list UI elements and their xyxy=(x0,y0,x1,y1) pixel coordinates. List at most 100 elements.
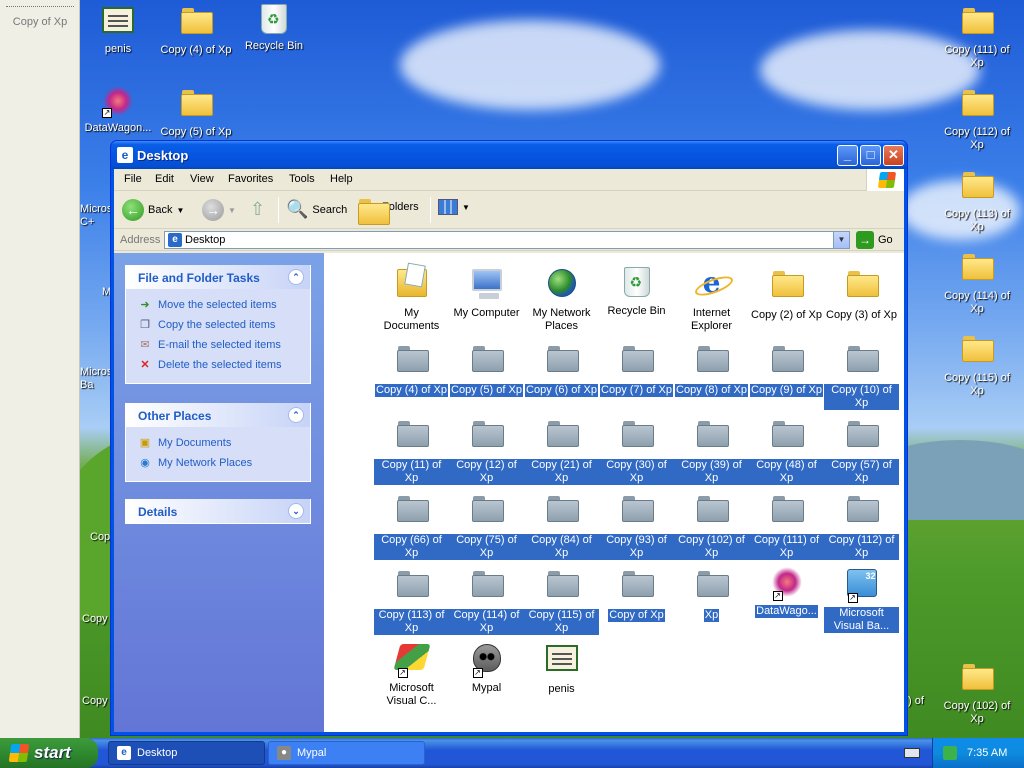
desktop-icon-datawagon[interactable]: ↗ DataWagon... xyxy=(78,86,158,135)
file-item[interactable]: penis xyxy=(524,642,599,696)
clock[interactable]: 7:35 AM xyxy=(967,747,1007,759)
menu-edit[interactable]: Edit xyxy=(155,173,174,185)
my-network-places-link[interactable]: ◉ My Network Places xyxy=(138,453,300,473)
search-icon: 🔍 xyxy=(286,199,309,219)
file-item[interactable]: Copy (3) of Xp xyxy=(824,267,899,322)
file-item[interactable]: ↗ DataWago... xyxy=(749,567,824,618)
file-item[interactable]: Copy (75) of Xp xyxy=(449,492,524,560)
file-item-icon-box xyxy=(544,571,580,605)
search-button[interactable]: 🔍 Search xyxy=(286,199,347,220)
file-item[interactable]: My Computer xyxy=(449,267,524,320)
desktop-partial-label[interactable]: Copy xyxy=(82,695,112,708)
my-documents-link[interactable]: ▣ My Documents xyxy=(138,433,300,453)
expand-icon[interactable]: ⌄ xyxy=(288,503,304,519)
desktop-icon-copy-113[interactable]: Copy (113) of Xp xyxy=(937,168,1017,234)
file-item[interactable]: Copy (93) of Xp xyxy=(599,492,674,560)
file-item[interactable]: Copy (9) of Xp xyxy=(749,342,824,397)
file-item[interactable]: Xp xyxy=(674,567,749,622)
move-items-link[interactable]: ➜ Move the selected items xyxy=(138,295,300,315)
file-item[interactable]: Copy (48) of Xp xyxy=(749,417,824,485)
file-item[interactable]: e Internet Explorer xyxy=(674,267,749,333)
file-item[interactable]: My Documents xyxy=(374,267,449,333)
desktop-icon-copy-102[interactable]: Copy (102) of Xp xyxy=(937,660,1017,726)
delete-items-link[interactable]: ✕ Delete the selected items xyxy=(138,355,300,375)
maximize-button[interactable]: □ xyxy=(860,145,881,166)
file-item[interactable]: Copy (5) of Xp xyxy=(449,342,524,397)
file-item[interactable]: Copy (2) of Xp xyxy=(749,267,824,322)
email-items-link[interactable]: ✉ E-mail the selected items xyxy=(138,335,300,355)
file-view[interactable]: My Documents My Computer My Network Places… xyxy=(324,253,904,732)
tray-app-icon[interactable] xyxy=(943,746,957,760)
file-item[interactable]: Copy (8) of Xp xyxy=(674,342,749,397)
desktop-partial-label[interactable]: ) of xyxy=(908,695,938,708)
desktop-icon-copy-115[interactable]: Copy (115) of Xp xyxy=(937,332,1017,398)
go-button[interactable]: → Go xyxy=(856,231,893,249)
close-button[interactable]: ✕ xyxy=(883,145,904,166)
up-folder-button[interactable]: ⇧ xyxy=(250,199,265,220)
desktop-icon-copy-5[interactable]: Copy (5) of Xp xyxy=(156,86,236,139)
desktop-partial-label[interactable]: Copy xyxy=(82,613,112,626)
desktop-icon-copy-4[interactable]: Copy (4) of Xp xyxy=(156,4,236,57)
file-item[interactable]: Copy (111) of Xp xyxy=(749,492,824,560)
folders-button[interactable]: Folders xyxy=(358,199,419,225)
menu-tools[interactable]: Tools xyxy=(289,173,315,185)
file-item[interactable]: Copy (102) of Xp xyxy=(674,492,749,560)
file-item[interactable]: Copy (7) of Xp xyxy=(599,342,674,397)
file-item[interactable]: My Network Places xyxy=(524,267,599,333)
title-bar[interactable]: e Desktop _ □ ✕ xyxy=(111,141,907,169)
folder-icon xyxy=(546,496,579,522)
file-item[interactable]: ↗ Microsoft Visual Ba... xyxy=(824,567,899,633)
file-item[interactable]: Copy (114) of Xp xyxy=(449,567,524,635)
taskbar-item-mypal[interactable]: ● Mypal xyxy=(268,741,425,765)
file-item[interactable]: Copy (115) of Xp xyxy=(524,567,599,635)
desktop-icon-copy-114[interactable]: Copy (114) of Xp xyxy=(937,250,1017,316)
file-item[interactable]: Copy (39) of Xp xyxy=(674,417,749,485)
back-button[interactable]: ← Back ▼ xyxy=(122,199,184,221)
address-input[interactable]: e Desktop ▼ xyxy=(164,231,850,249)
desktop-icon-penis[interactable]: penis xyxy=(78,4,158,56)
desktop-icon-copy-112[interactable]: Copy (112) of Xp xyxy=(937,86,1017,152)
file-item[interactable]: Copy (4) of Xp xyxy=(374,342,449,397)
file-item[interactable]: Copy of Xp xyxy=(599,567,674,622)
menu-view[interactable]: View xyxy=(190,173,214,185)
desktop-icon-label: Copy (4) of Xp xyxy=(160,44,232,56)
folder-icon xyxy=(396,421,429,447)
address-dropdown-button[interactable]: ▼ xyxy=(833,232,849,248)
file-item[interactable]: Copy (21) of Xp xyxy=(524,417,599,485)
desktop-icon-copy-111[interactable]: Copy (111) of Xp xyxy=(937,4,1017,70)
forward-button[interactable]: → ▼ xyxy=(202,199,236,221)
desktop-partial-label[interactable]: Micros Ba xyxy=(80,366,114,392)
file-item-icon-box xyxy=(469,496,505,530)
desktop-partial-label[interactable]: Micros C+ xyxy=(80,203,114,229)
file-item[interactable]: Copy (66) of Xp xyxy=(374,492,449,560)
file-item[interactable]: Copy (112) of Xp xyxy=(824,492,899,560)
other-places-header[interactable]: Other Places ⌃ xyxy=(126,403,310,427)
minimize-button[interactable]: _ xyxy=(837,145,858,166)
file-item[interactable]: ↗ Mypal xyxy=(449,642,524,695)
file-item[interactable]: Copy (12) of Xp xyxy=(449,417,524,485)
file-folder-tasks-header[interactable]: File and Folder Tasks ⌃ xyxy=(126,265,310,289)
file-item[interactable]: Copy (10) of Xp xyxy=(824,342,899,410)
start-button[interactable]: start xyxy=(0,738,98,768)
desktop-icon-recycle-bin[interactable]: ♻ Recycle Bin xyxy=(234,4,314,53)
keyboard-icon[interactable] xyxy=(904,748,920,758)
file-item[interactable]: Copy (30) of Xp xyxy=(599,417,674,485)
menu-favorites[interactable]: Favorites xyxy=(228,173,273,185)
menu-help[interactable]: Help xyxy=(330,173,353,185)
file-item-label: Copy (39) of Xp xyxy=(674,459,749,485)
link-label: Delete the selected items xyxy=(158,359,282,371)
file-item[interactable]: Copy (6) of Xp xyxy=(524,342,599,397)
file-item[interactable]: Copy (84) of Xp xyxy=(524,492,599,560)
file-item[interactable]: Copy (57) of Xp xyxy=(824,417,899,485)
collapse-icon[interactable]: ⌃ xyxy=(288,407,304,423)
menu-file[interactable]: File xyxy=(124,173,142,185)
file-item[interactable]: ↗ Microsoft Visual C... xyxy=(374,642,449,708)
collapse-icon[interactable]: ⌃ xyxy=(288,269,304,285)
file-item[interactable]: ♻ Recycle Bin xyxy=(599,267,674,318)
file-item[interactable]: Copy (113) of Xp xyxy=(374,567,449,635)
details-header[interactable]: Details ⌄ xyxy=(126,499,310,523)
views-button[interactable]: ▼ xyxy=(438,199,470,215)
copy-items-link[interactable]: ❐ Copy the selected items xyxy=(138,315,300,335)
taskbar-item-desktop[interactable]: e Desktop xyxy=(108,741,265,765)
file-item[interactable]: Copy (11) of Xp xyxy=(374,417,449,485)
